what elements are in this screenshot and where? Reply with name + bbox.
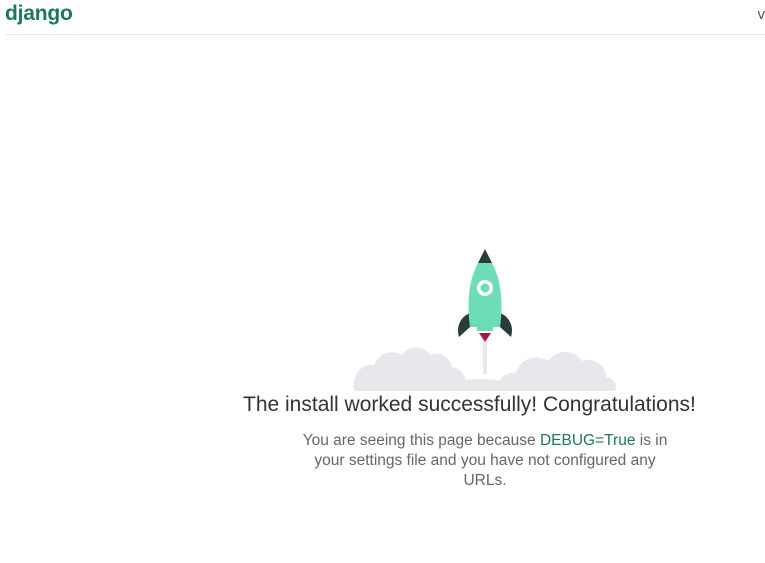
rocket-launch-svg (353, 249, 616, 391)
exhaust-trail (483, 341, 487, 374)
debug-setting: DEBUG=True (539, 432, 636, 449)
rocket-illustration (350, 245, 620, 395)
description-text-before: You are seeing this page because (302, 432, 540, 449)
django-logo[interactable]: django (5, 2, 73, 26)
rocket-icon (458, 249, 512, 342)
site-header: django v (5, 0, 765, 35)
version-badge[interactable]: v (758, 6, 765, 23)
success-heading: The install worked successfully! Congrat… (243, 393, 696, 416)
success-description: You are seeing this page because DEBUG=T… (292, 431, 678, 491)
